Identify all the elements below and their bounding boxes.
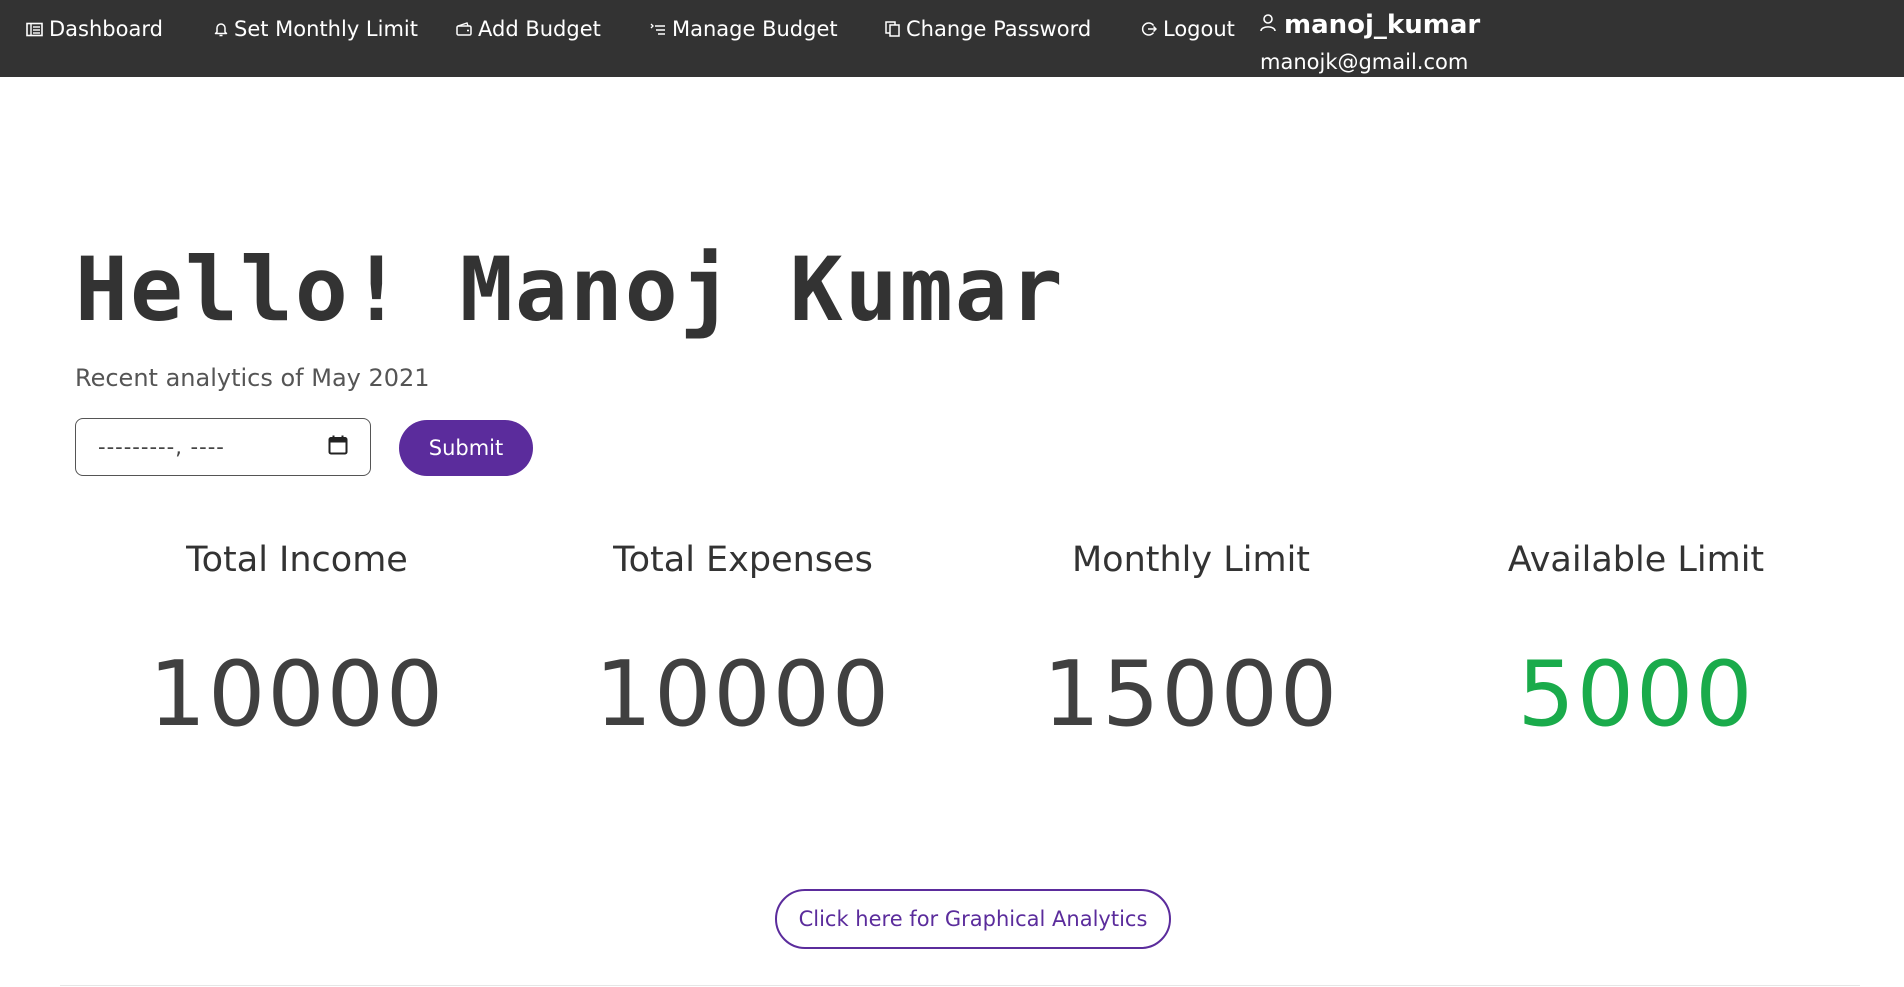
stat-total-expenses: Total Expenses 10000 [520,540,966,747]
nav-set-monthly-limit[interactable]: Set Monthly Limit [214,17,418,41]
stat-value: 10000 [148,642,446,747]
user-email: manojk@gmail.com [1260,50,1469,74]
stat-value: 5000 [1517,642,1755,747]
stat-total-income: Total Income 10000 [74,540,520,747]
calendar-icon[interactable] [328,435,348,459]
nav-change-password[interactable]: Change Password [885,17,1091,41]
nav-add-budget-label: Add Budget [478,17,601,41]
nav-add-budget[interactable]: Add Budget [456,17,601,41]
nav-set-monthly-limit-label: Set Monthly Limit [234,17,418,41]
stat-monthly-limit: Monthly Limit 15000 [968,540,1414,747]
graphical-analytics-button[interactable]: Click here for Graphical Analytics [775,889,1171,949]
stat-available-limit: Available Limit 5000 [1413,540,1859,747]
month-picker-input[interactable]: ---------, ---- [75,418,371,476]
copy-icon [885,21,900,37]
list-icon [650,23,666,36]
nav-dashboard[interactable]: Dashboard [26,17,163,41]
analytics-subtitle: Recent analytics of May 2021 [75,364,430,392]
user-icon [1260,14,1276,36]
stat-label: Total Income [186,540,408,580]
bell-icon [214,21,228,37]
nav-dashboard-label: Dashboard [49,17,163,41]
submit-button[interactable]: Submit [399,420,533,476]
stat-value: 15000 [1042,642,1340,747]
username: manoj_kumar [1284,10,1481,40]
stat-value: 10000 [594,642,892,747]
month-picker-placeholder: ---------, ---- [98,435,225,459]
nav-logout[interactable]: Logout [1141,17,1235,41]
logout-icon [1141,21,1157,37]
nav-manage-budget-label: Manage Budget [672,17,838,41]
nav-logout-label: Logout [1163,17,1235,41]
user-profile[interactable]: manoj_kumar manojk@gmail.com [1260,10,1481,74]
divider [60,985,1860,986]
stat-label: Total Expenses [613,540,873,580]
nav-change-password-label: Change Password [906,17,1092,41]
nav-manage-budget[interactable]: Manage Budget [650,17,838,41]
wallet-icon [456,22,472,36]
dashboard-icon [26,22,43,37]
top-navbar: Dashboard Set Monthly Limit Add Budget M… [0,0,1904,77]
stat-label: Available Limit [1507,540,1765,580]
stat-label: Monthly Limit [1071,540,1311,580]
page-greeting: Hello! Manoj Kumar [75,238,1065,341]
